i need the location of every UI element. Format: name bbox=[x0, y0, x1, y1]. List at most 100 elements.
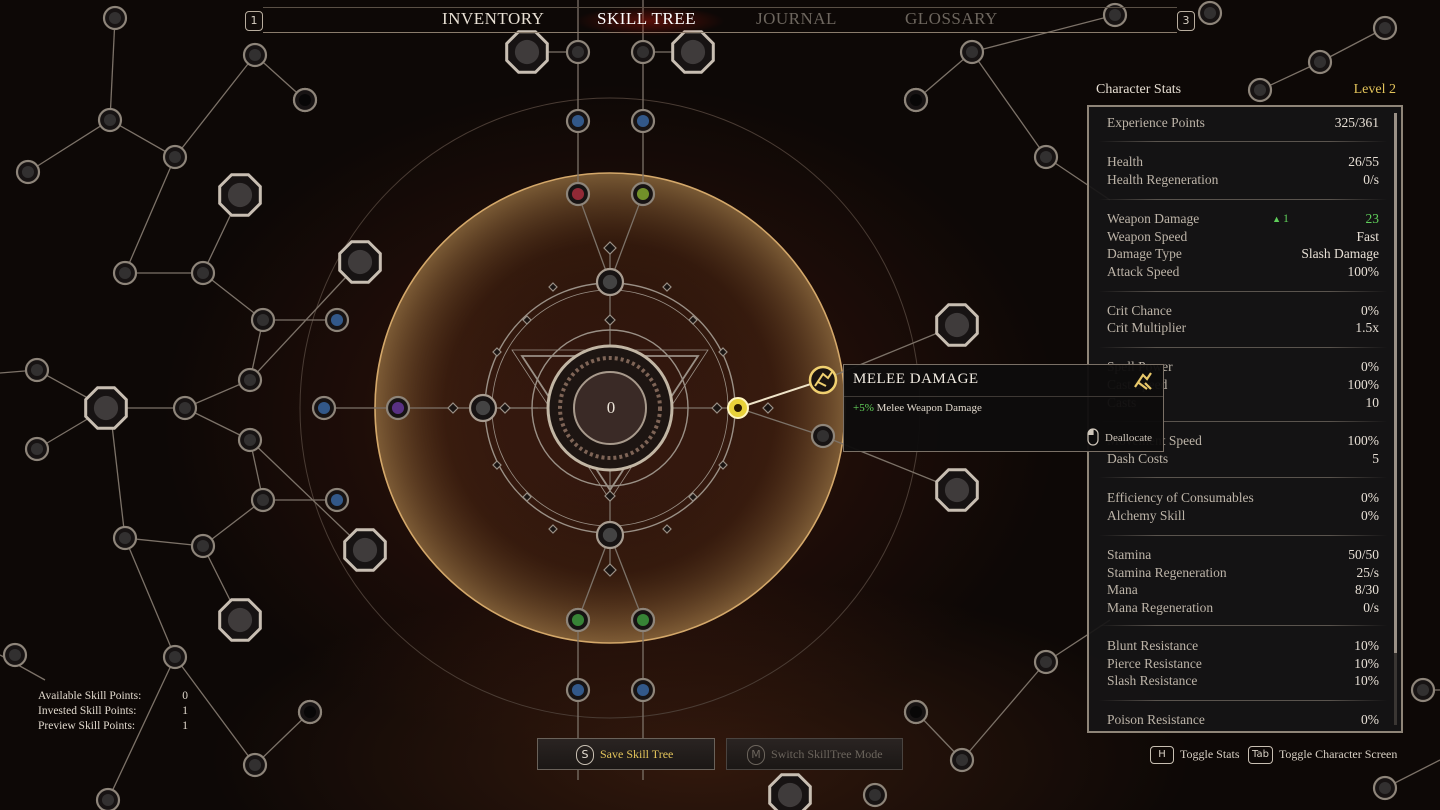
prev-tab-key[interactable]: 1 bbox=[245, 11, 263, 31]
skill-node[interactable] bbox=[1372, 15, 1398, 41]
tooltip-bonus: +5% bbox=[853, 402, 874, 414]
skill-node[interactable] bbox=[959, 39, 985, 65]
skill-node[interactable] bbox=[112, 260, 138, 286]
skill-node[interactable] bbox=[242, 752, 268, 778]
skill-node[interactable] bbox=[1033, 649, 1059, 675]
stat-row: Health Regeneration 0/s bbox=[1107, 172, 1379, 190]
stat-value: 5 bbox=[1372, 451, 1379, 466]
major-skill-node[interactable] bbox=[768, 773, 812, 810]
tab-inventory[interactable]: INVENTORY bbox=[442, 9, 544, 29]
toggle-stats-hint[interactable]: H Toggle Stats bbox=[1150, 746, 1240, 764]
tooltip-effect: +5% Melee Weapon Damage bbox=[853, 402, 982, 414]
major-skill-node[interactable] bbox=[84, 386, 128, 430]
skill-node[interactable] bbox=[565, 677, 591, 703]
major-skill-node[interactable] bbox=[935, 303, 979, 347]
available-points-label: Available Skill Points: bbox=[38, 690, 142, 702]
skill-node[interactable] bbox=[630, 39, 656, 65]
melee-damage-node[interactable] bbox=[808, 365, 838, 395]
skill-node[interactable] bbox=[1372, 775, 1398, 801]
skill-node[interactable] bbox=[237, 427, 263, 453]
skill-node[interactable] bbox=[468, 393, 498, 423]
deallocate-action[interactable]: Deallocate bbox=[1105, 432, 1152, 444]
skill-node[interactable] bbox=[250, 487, 276, 513]
stat-row: Efficiency of Consumables 0% bbox=[1107, 490, 1379, 508]
skill-node[interactable] bbox=[112, 525, 138, 551]
skill-node[interactable] bbox=[630, 677, 656, 703]
skill-node[interactable] bbox=[565, 108, 591, 134]
stat-row: Pierce Resistance 10% bbox=[1107, 656, 1379, 674]
tab-skill-tree[interactable]: SKILL TREE bbox=[597, 9, 696, 29]
major-skill-node[interactable] bbox=[935, 468, 979, 512]
skill-node[interactable] bbox=[24, 436, 50, 462]
skill-node[interactable] bbox=[903, 699, 929, 725]
skill-node[interactable] bbox=[242, 42, 268, 68]
skill-node[interactable] bbox=[385, 395, 411, 421]
major-skill-node[interactable] bbox=[218, 173, 262, 217]
skill-node[interactable] bbox=[102, 5, 128, 31]
skill-node[interactable] bbox=[630, 181, 656, 207]
skill-node[interactable] bbox=[595, 520, 625, 550]
skill-node[interactable] bbox=[810, 423, 836, 449]
major-skill-node[interactable] bbox=[671, 30, 715, 74]
skill-node[interactable] bbox=[630, 108, 656, 134]
skill-node[interactable] bbox=[24, 357, 50, 383]
skill-node[interactable] bbox=[862, 782, 888, 808]
skill-node[interactable] bbox=[565, 181, 591, 207]
tooltip-description: Melee Weapon Damage bbox=[876, 402, 982, 414]
skill-node[interactable] bbox=[565, 607, 591, 633]
stats-group-divider bbox=[1099, 199, 1387, 200]
skill-node[interactable] bbox=[172, 395, 198, 421]
skill-node[interactable] bbox=[1247, 77, 1273, 103]
character-level: Level 2 bbox=[1353, 82, 1396, 97]
skill-node[interactable] bbox=[250, 307, 276, 333]
mouse-icon bbox=[1087, 428, 1099, 446]
stat-label: Mana Regeneration bbox=[1107, 600, 1214, 615]
skill-node[interactable] bbox=[949, 747, 975, 773]
major-skill-node[interactable] bbox=[338, 240, 382, 284]
skill-node[interactable] bbox=[2, 642, 28, 668]
skill-node[interactable] bbox=[1307, 49, 1333, 75]
skill-node[interactable] bbox=[237, 367, 263, 393]
stat-value: 25/s bbox=[1356, 565, 1379, 580]
skill-node[interactable] bbox=[311, 395, 337, 421]
skill-node[interactable] bbox=[324, 307, 350, 333]
tab-glossary[interactable]: GLOSSARY bbox=[905, 9, 998, 29]
switch-mode-button[interactable]: M Switch SkillTree Mode bbox=[726, 738, 903, 770]
stat-value: 0% bbox=[1361, 508, 1379, 523]
skill-node[interactable] bbox=[297, 699, 323, 725]
stat-delta-value: 1 bbox=[1283, 211, 1289, 225]
skill-node[interactable] bbox=[162, 644, 188, 670]
skill-node[interactable] bbox=[1033, 144, 1059, 170]
skill-node[interactable] bbox=[1197, 0, 1223, 26]
skill-node[interactable] bbox=[903, 87, 929, 113]
skill-node[interactable] bbox=[630, 607, 656, 633]
skill-node[interactable] bbox=[97, 107, 123, 133]
stat-value: 325/361 bbox=[1334, 115, 1379, 130]
stat-value: 100% bbox=[1347, 264, 1380, 279]
skill-node[interactable] bbox=[324, 487, 350, 513]
skill-node[interactable] bbox=[565, 39, 591, 65]
skill-node[interactable] bbox=[292, 87, 318, 113]
toggle-character-key: Tab bbox=[1248, 746, 1273, 764]
skill-node[interactable] bbox=[190, 260, 216, 286]
skill-node[interactable] bbox=[190, 533, 216, 559]
skill-node[interactable] bbox=[162, 144, 188, 170]
major-skill-node[interactable] bbox=[218, 598, 262, 642]
skill-node[interactable] bbox=[595, 267, 625, 297]
stats-scrollbar-thumb[interactable] bbox=[1394, 113, 1397, 653]
major-skill-node[interactable] bbox=[505, 30, 549, 74]
toggle-stats-label: Toggle Stats bbox=[1180, 746, 1240, 761]
major-skill-node[interactable] bbox=[343, 528, 387, 572]
stat-value: 100% bbox=[1347, 377, 1380, 392]
toggle-character-hint[interactable]: Tab Toggle Character Screen bbox=[1248, 746, 1397, 764]
stat-label: Health bbox=[1107, 154, 1143, 169]
tab-journal[interactable]: JOURNAL bbox=[756, 9, 837, 29]
skill-node[interactable] bbox=[95, 787, 121, 810]
stat-label: Experience Points bbox=[1107, 115, 1205, 130]
skill-node[interactable] bbox=[15, 159, 41, 185]
stat-row: Health 26/55 bbox=[1107, 154, 1379, 172]
skill-node[interactable] bbox=[1410, 677, 1436, 703]
save-skill-tree-button[interactable]: S Save Skill Tree bbox=[537, 738, 715, 770]
next-tab-key[interactable]: 3 bbox=[1177, 11, 1195, 31]
invested-points-label: Invested Skill Points: bbox=[38, 705, 137, 717]
